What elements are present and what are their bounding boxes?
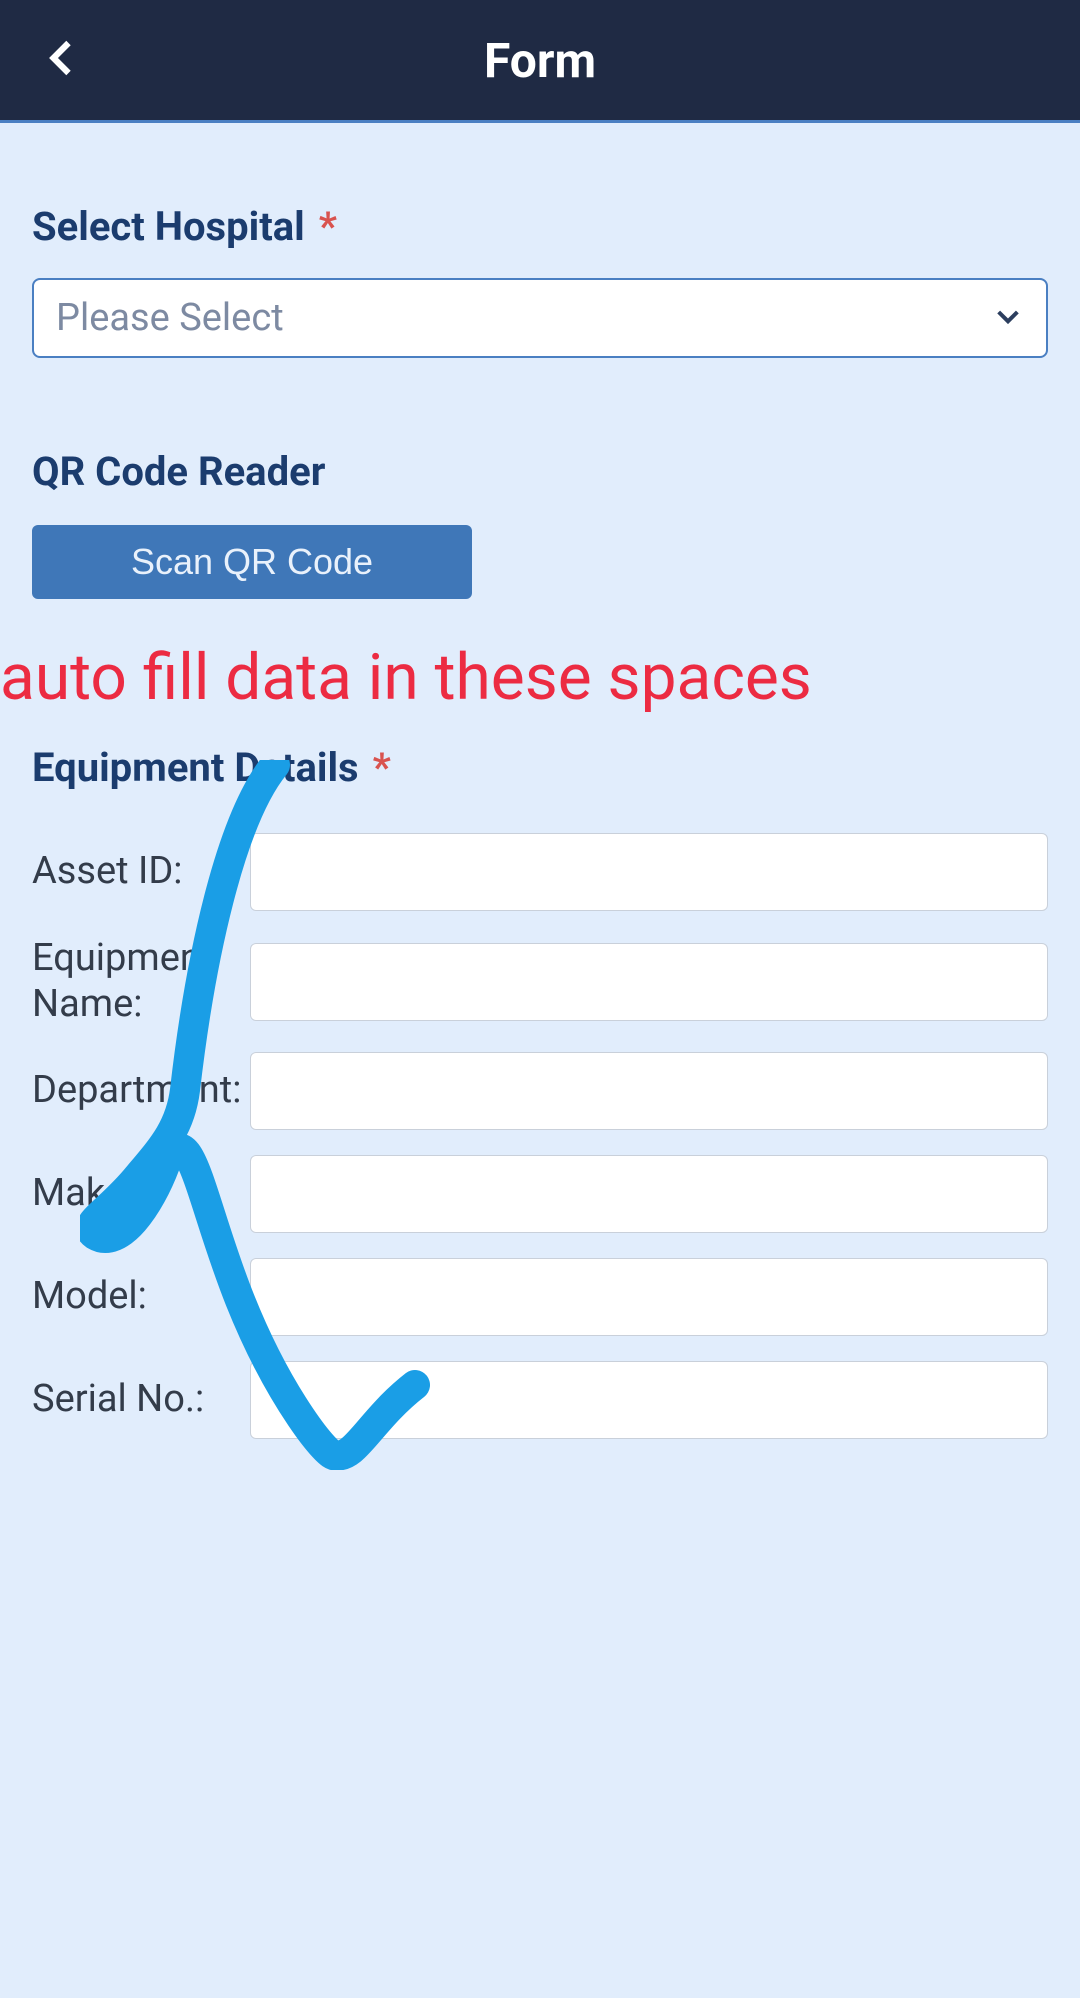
equipment-name-label: Equipment Name: xyxy=(32,936,250,1027)
equipment-details-label: Equipment Details xyxy=(32,744,359,791)
asset-id-label: Asset ID: xyxy=(32,849,250,895)
model-label: Model: xyxy=(32,1274,250,1320)
chevron-left-icon xyxy=(45,63,77,82)
asset-id-input[interactable] xyxy=(250,833,1048,911)
required-asterisk: * xyxy=(373,744,391,791)
form-content: Select Hospital * Please Select QR Code … xyxy=(0,123,1080,1504)
serial-no-input[interactable] xyxy=(250,1361,1048,1439)
model-input[interactable] xyxy=(250,1258,1048,1336)
page-title: Form xyxy=(484,32,596,89)
back-button[interactable] xyxy=(45,38,77,82)
annotation-text: auto fill data in these spaces xyxy=(0,640,1080,715)
qr-reader-label: QR Code Reader xyxy=(32,448,1048,495)
required-asterisk: * xyxy=(319,203,337,250)
department-row: Department: xyxy=(32,1052,1048,1130)
equipment-name-row: Equipment Name: xyxy=(32,936,1048,1027)
equipment-section: Equipment Details * Asset ID: Equipment … xyxy=(32,744,1048,1439)
equipment-header: Equipment Details * xyxy=(32,744,1048,791)
department-label: Department: xyxy=(32,1068,250,1114)
scan-qr-button[interactable]: Scan QR Code xyxy=(32,525,472,599)
hospital-field-group: Select Hospital * Please Select xyxy=(32,203,1048,358)
make-input[interactable] xyxy=(250,1155,1048,1233)
chevron-down-icon xyxy=(992,300,1024,336)
scan-qr-button-label: Scan QR Code xyxy=(131,541,373,583)
serial-no-label: Serial No.: xyxy=(32,1377,250,1423)
serial-no-row: Serial No.: xyxy=(32,1361,1048,1439)
make-row: Make: xyxy=(32,1155,1048,1233)
department-input[interactable] xyxy=(250,1052,1048,1130)
app-header: Form xyxy=(0,0,1080,120)
model-row: Model: xyxy=(32,1258,1048,1336)
hospital-select-placeholder: Please Select xyxy=(56,296,284,340)
equipment-name-input[interactable] xyxy=(250,943,1048,1021)
asset-id-row: Asset ID: xyxy=(32,833,1048,911)
qr-field-group: QR Code Reader Scan QR Code xyxy=(32,448,1048,599)
hospital-label: Select Hospital xyxy=(32,203,305,250)
make-label: Make: xyxy=(32,1171,250,1217)
hospital-select[interactable]: Please Select xyxy=(32,278,1048,358)
